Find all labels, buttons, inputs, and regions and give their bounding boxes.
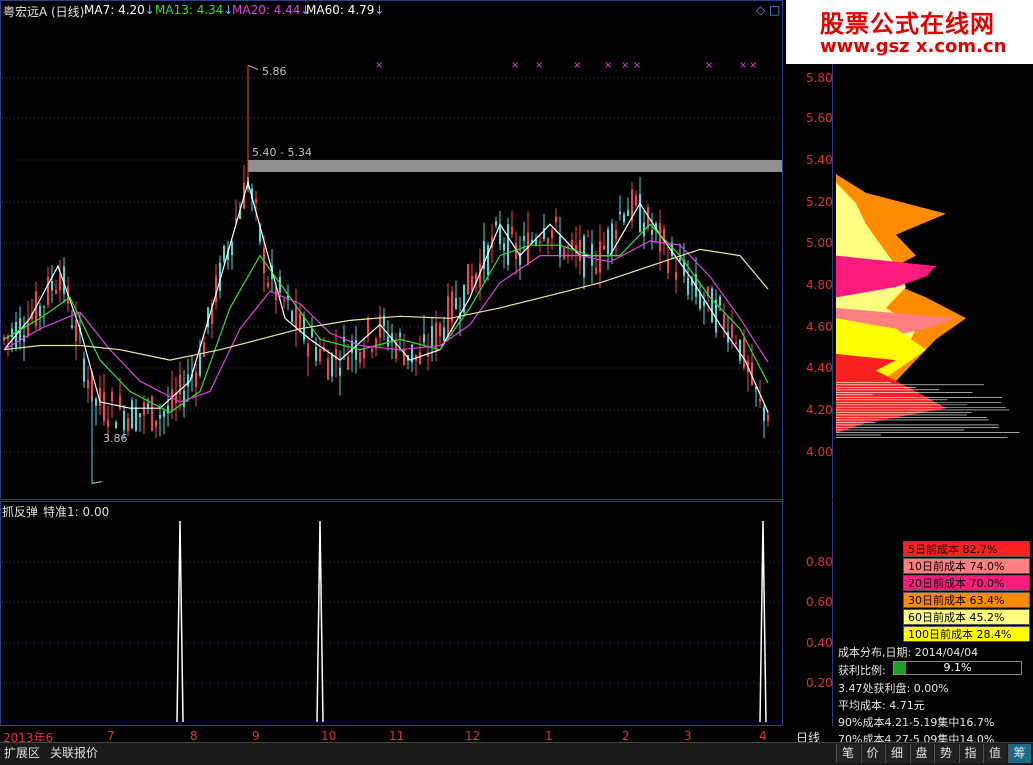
- profit-label: 获利比例:: [838, 662, 886, 678]
- time-label: 9: [252, 729, 260, 743]
- price-label: 4.20: [806, 403, 833, 417]
- cost-date: 成本分布,日期: 2014/04/04: [838, 644, 978, 660]
- tab-related-quotes[interactable]: 关联报价: [50, 745, 98, 762]
- signal-spike: [760, 521, 766, 722]
- ma7-line: [4, 183, 768, 413]
- side-tab-5[interactable]: 指: [959, 744, 982, 763]
- tab-extended-area[interactable]: 扩展区: [4, 745, 40, 762]
- cost-legend-30d: 30日前成本 63.4%: [903, 592, 1030, 608]
- profit-ratio-bar: 9.1%: [893, 661, 1022, 675]
- side-tab-4[interactable]: 势: [934, 744, 957, 763]
- indicator-title: 抓反弹: [2, 503, 38, 520]
- resistance-band: [248, 160, 782, 172]
- resistance-label: 5.40 - 5.34: [252, 146, 312, 159]
- time-label: 8: [190, 729, 198, 743]
- cost-legend-100d: 100日前成本 28.4%: [903, 626, 1030, 642]
- side-tab-6[interactable]: 值: [983, 744, 1006, 763]
- chart-canvas: × × × × × × × × × ×: [0, 0, 1033, 742]
- signal-spike: [317, 521, 323, 722]
- price-label: 5.20: [806, 195, 833, 209]
- cost-legend-20d: 20日前成本 70.0%: [903, 575, 1030, 591]
- price-label: 5.00: [806, 236, 833, 250]
- price-label: 4.60: [806, 320, 833, 334]
- cost-legend: 5日前成本 82.7% 10日前成本 74.0% 20日前成本 70.0% 30…: [903, 541, 1030, 643]
- side-tab-3[interactable]: 盘: [910, 744, 933, 763]
- indicator-label: 0.40: [806, 636, 833, 650]
- signal-marker: ×: [621, 60, 629, 71]
- price-label: 4.40: [806, 361, 833, 375]
- cost-legend-60d: 60日前成本 45.2%: [903, 609, 1030, 625]
- time-label: 10: [321, 729, 336, 743]
- price-label: 5.60: [806, 111, 833, 125]
- time-label: 7: [107, 729, 115, 743]
- time-label: 3: [684, 729, 692, 743]
- time-label: 4: [759, 729, 767, 743]
- side-tab-7[interactable]: 筹: [1008, 744, 1031, 763]
- low-marker: 3.86: [103, 432, 128, 445]
- high-marker: 5.86: [262, 65, 287, 78]
- indicator-label: 0.80: [806, 555, 833, 569]
- price-label: 5.40: [806, 153, 833, 167]
- cost-90: 90%成本4.21-5.19集中16.7%: [838, 714, 994, 730]
- time-label: 1: [545, 729, 553, 743]
- signal-marker: ×: [749, 60, 757, 71]
- signal-spike: [177, 521, 183, 722]
- signal-marker: ×: [375, 60, 383, 71]
- signal-marker: ×: [535, 60, 543, 71]
- high-pointer: [248, 65, 258, 69]
- cost-legend-10d: 10日前成本 74.0%: [903, 558, 1030, 574]
- side-tab-1[interactable]: 价: [861, 744, 884, 763]
- time-label: 2: [622, 729, 630, 743]
- ma13-line: [4, 224, 768, 412]
- signal-marker: ×: [573, 60, 581, 71]
- signal-marker: ×: [511, 60, 519, 71]
- price-label: 4.00: [806, 445, 833, 459]
- profit-at-price: 3.47处获利盘: 0.00%: [838, 680, 949, 696]
- price-label: 4.80: [806, 278, 833, 292]
- signal-marker: ×: [633, 60, 641, 71]
- side-tab-2[interactable]: 细: [885, 744, 908, 763]
- avg-cost: 平均成本: 4.71元: [838, 697, 925, 713]
- side-tab-0[interactable]: 笔: [836, 744, 859, 763]
- indicator-value: 特准1: 0.00: [43, 503, 109, 520]
- indicator-label: 0.60: [806, 595, 833, 609]
- indicator-label: 0.20: [806, 676, 833, 690]
- time-label: 12: [465, 729, 480, 743]
- low-pointer: [92, 481, 102, 483]
- signal-marker: ×: [739, 60, 747, 71]
- time-label: 11: [389, 729, 404, 743]
- cost-legend-5d: 5日前成本 82.7%: [903, 541, 1030, 557]
- price-label: 5.80: [806, 71, 833, 85]
- signal-marker: ×: [705, 60, 713, 71]
- signal-marker: ×: [604, 60, 612, 71]
